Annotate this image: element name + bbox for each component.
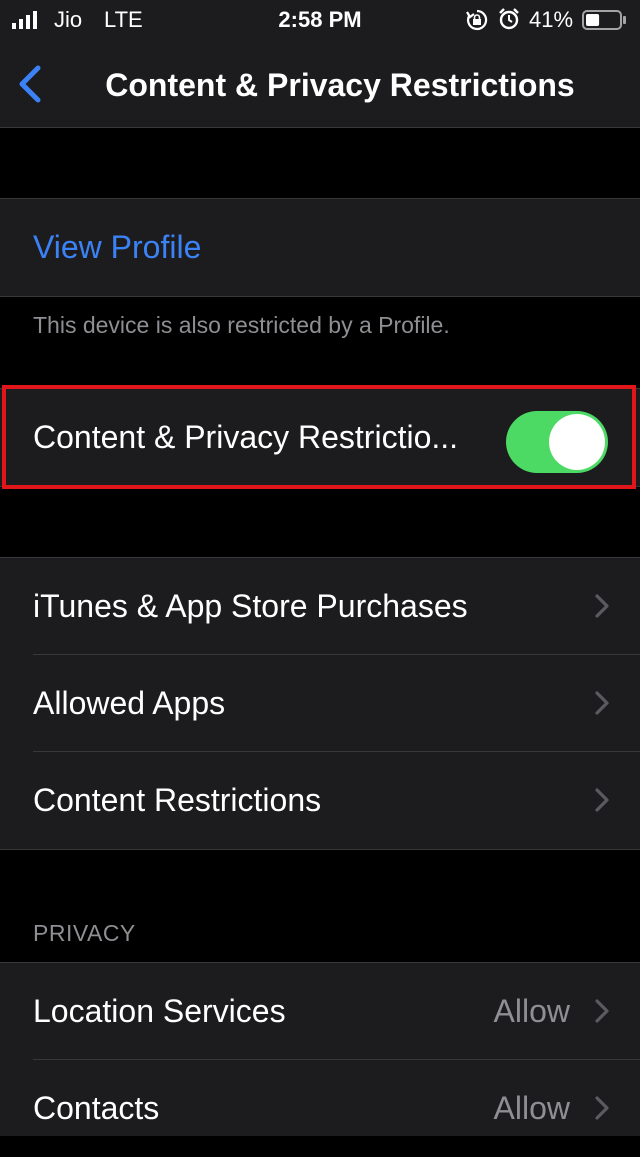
page-title: Content & Privacy Restrictions <box>105 67 575 103</box>
list-item[interactable]: Location Services Allow <box>0 963 640 1060</box>
alarm-icon <box>499 8 519 30</box>
profile-footer-note: This device is also restricted by a Prof… <box>33 312 450 338</box>
profile-group: View Profile <box>0 198 640 297</box>
restrictions-toggle[interactable] <box>506 411 608 473</box>
list-item-label: Location Services <box>33 993 286 1029</box>
toggle-knob <box>549 414 605 470</box>
list-item[interactable]: iTunes & App Store Purchases <box>0 558 640 655</box>
list-item[interactable]: Content Restrictions <box>0 752 640 849</box>
view-profile-row[interactable]: View Profile <box>0 199 640 296</box>
chevron-right-icon <box>595 691 609 715</box>
privacy-section-header: PRIVACY <box>33 920 136 946</box>
list-item-label: Contacts <box>33 1090 160 1126</box>
status-bar: Jio LTE 2:58 PM 41% <box>0 0 640 40</box>
orientation-lock-icon <box>466 9 488 31</box>
chevron-right-icon <box>595 594 609 618</box>
list-item-label: Allowed Apps <box>33 685 226 721</box>
list-item-label: iTunes & App Store Purchases <box>33 588 468 624</box>
settings-group: iTunes & App Store Purchases Allowed App… <box>0 557 640 850</box>
list-item[interactable]: Contacts Allow <box>0 1060 640 1157</box>
list-item-value: Allow <box>493 1090 570 1126</box>
privacy-group: Location Services Allow Contacts Allow <box>0 962 640 1136</box>
chevron-right-icon <box>595 788 609 812</box>
battery-icon <box>582 10 626 30</box>
list-item[interactable]: Allowed Apps <box>0 655 640 752</box>
view-profile-link[interactable]: View Profile <box>33 199 201 296</box>
chevron-right-icon <box>595 1096 609 1120</box>
chevron-right-icon <box>595 999 609 1023</box>
restrictions-toggle-row: Content & Privacy Restrictio... <box>0 389 640 486</box>
restrictions-toggle-group: Content & Privacy Restrictio... <box>0 388 640 487</box>
list-item-value: Allow <box>493 993 570 1029</box>
restrictions-toggle-label: Content & Privacy Restrictio... <box>33 419 459 455</box>
navigation-bar: Content & Privacy Restrictions <box>0 40 640 128</box>
battery-percentage: 41% <box>529 7 574 32</box>
chevron-left-icon[interactable] <box>14 64 46 104</box>
list-item-label: Content Restrictions <box>33 782 322 818</box>
